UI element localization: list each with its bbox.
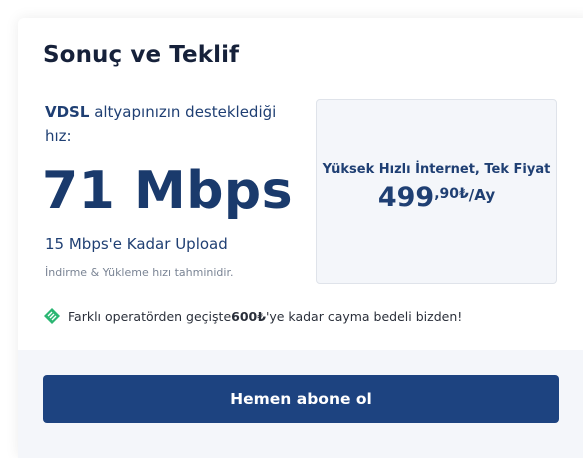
subscribe-button[interactable]: Hemen abone ol bbox=[43, 375, 559, 423]
technology-description: VDSL altyapınızın desteklediği hız: bbox=[45, 100, 285, 148]
price-unit: /Ay bbox=[468, 186, 496, 204]
promo-amount: 600₺ bbox=[231, 308, 266, 324]
promo-text-before: Farklı operatörden geçişte bbox=[68, 308, 232, 324]
offer-card: Sonuç ve Teklif VDSL altyapınızın destek… bbox=[18, 18, 583, 458]
tag-icon bbox=[43, 307, 61, 325]
price: 499,90₺/Ay bbox=[317, 182, 556, 213]
price-main: 499 bbox=[377, 182, 435, 213]
technology-name: VDSL bbox=[45, 103, 90, 121]
offer-title: Yüksek Hızlı İnternet, Tek Fiyat bbox=[322, 162, 551, 177]
switch-promo: Farklı operatörden geçişte 600₺'ye kadar… bbox=[43, 307, 462, 325]
price-panel: Yüksek Hızlı İnternet, Tek Fiyat 499,90₺… bbox=[316, 99, 557, 284]
promo-text-after: 'ye kadar cayma bedeli bizden! bbox=[265, 308, 463, 324]
price-cents: ,90₺ bbox=[434, 186, 469, 202]
estimate-note: İndirme & Yükleme hızı tahminidir. bbox=[45, 266, 234, 279]
card-footer: Hemen abone ol bbox=[18, 350, 583, 458]
upload-speed: 15 Mbps'e Kadar Upload bbox=[45, 235, 228, 253]
download-speed: 71 Mbps bbox=[42, 161, 294, 221]
page-title: Sonuç ve Teklif bbox=[43, 42, 240, 68]
